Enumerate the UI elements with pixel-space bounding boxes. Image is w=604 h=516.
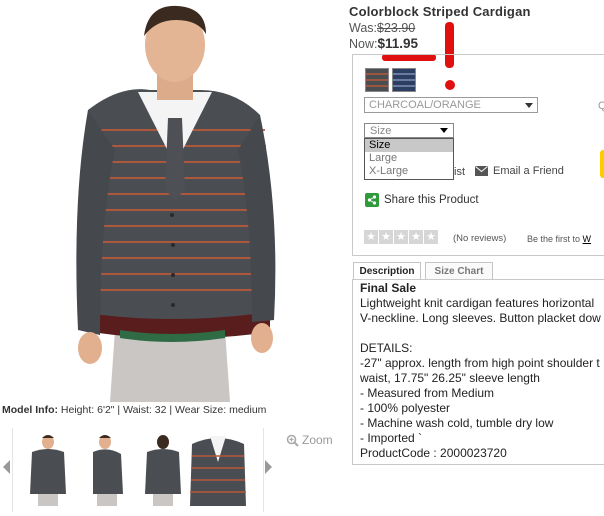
- model-info: Model Info: Height: 6'2" | Waist: 32 | W…: [2, 404, 266, 416]
- first-to-text: Be the first to: [527, 234, 583, 244]
- email-friend-label: Email a Friend: [493, 165, 564, 177]
- zoom-label: Zoom: [302, 433, 333, 447]
- size-dropdown-list: Size Large X-Large: [364, 138, 454, 180]
- price-was: Was:$23.90: [349, 21, 415, 35]
- chevron-down-icon: [440, 128, 448, 133]
- now-price: $11.95: [377, 36, 419, 51]
- was-price: $23.90: [377, 21, 416, 35]
- price-now: Now:$11.95: [349, 36, 418, 51]
- description-line: - Imported `: [360, 431, 423, 445]
- wishlist-link[interactable]: ist: [454, 166, 465, 178]
- description-line: DETAILS:: [360, 341, 413, 355]
- now-label: Now:: [349, 37, 378, 51]
- thumbnail-back[interactable]: [137, 432, 189, 506]
- review-count: (No reviews): [453, 233, 507, 244]
- description-line: [360, 326, 604, 341]
- color-swatch-charcoal-orange[interactable]: [365, 68, 389, 92]
- share-product-link[interactable]: Share this Product: [365, 193, 479, 207]
- write-review-prompt: Be the first to W: [527, 234, 591, 244]
- was-label: Was:: [349, 21, 378, 35]
- model-info-text: Height: 6'2" | Waist: 32 | Wear Size: me…: [58, 404, 267, 416]
- chevron-down-icon: [525, 102, 533, 108]
- description-line: waist, 17.75" 26.25" sleeve length: [360, 371, 540, 385]
- product-title: Colorblock Striped Cardigan: [349, 4, 531, 19]
- size-option-large[interactable]: Large: [365, 152, 453, 165]
- model-info-label: Model Info:: [2, 404, 58, 416]
- star-icon: ★: [409, 230, 423, 244]
- qty-label: Q: [598, 100, 604, 112]
- write-review-link[interactable]: W: [583, 234, 592, 244]
- tab-size-chart[interactable]: Size Chart: [425, 262, 493, 279]
- zoom-button[interactable]: Zoom: [286, 433, 333, 447]
- thumbnail-next-arrow-icon[interactable]: [265, 460, 272, 474]
- add-to-bag-button[interactable]: [600, 150, 604, 178]
- thumbnail-closeup[interactable]: [190, 432, 246, 506]
- tab-description[interactable]: Description: [353, 262, 421, 279]
- star-rating: ★ ★ ★ ★ ★: [364, 230, 438, 244]
- final-sale-label: Final Sale: [360, 281, 417, 295]
- size-select[interactable]: Size: [364, 123, 454, 138]
- zoom-icon: [286, 434, 299, 447]
- description-line: Lightweight knit cardigan features horiz…: [360, 296, 595, 310]
- share-label: Share this Product: [384, 194, 479, 206]
- thumbnail-side[interactable]: [83, 432, 135, 506]
- color-swatch-navy[interactable]: [392, 68, 416, 92]
- star-icon: ★: [364, 230, 378, 244]
- description-line: - Machine wash cold, tumble dry low: [360, 416, 554, 430]
- description-line: - 100% polyester: [360, 401, 451, 415]
- email-friend-link[interactable]: Email a Friend: [475, 165, 564, 177]
- envelope-icon: [475, 166, 488, 176]
- color-select[interactable]: CHARCOAL/ORANGE: [364, 97, 538, 113]
- color-select-value: CHARCOAL/ORANGE: [369, 99, 481, 111]
- product-code: ProductCode : 2000023720: [360, 446, 507, 460]
- description-line: -27" approx. length from high point shou…: [360, 356, 600, 370]
- description-line: - Measured from Medium: [360, 386, 495, 400]
- thumbnail-prev-arrow-icon[interactable]: [3, 460, 10, 474]
- star-icon: ★: [424, 230, 438, 244]
- size-option-x-large[interactable]: X-Large: [365, 165, 453, 178]
- description-text: Final Sale Lightweight knit cardigan fea…: [360, 281, 604, 461]
- thumbnail-front[interactable]: [22, 432, 74, 506]
- description-line: V-neckline. Long sleeves. Button placket…: [360, 311, 601, 325]
- size-select-value: Size: [370, 124, 392, 137]
- size-option-size[interactable]: Size: [365, 139, 453, 152]
- star-icon: ★: [394, 230, 408, 244]
- star-icon: ★: [379, 230, 393, 244]
- product-main-image[interactable]: [60, 0, 290, 402]
- share-icon: [365, 193, 379, 207]
